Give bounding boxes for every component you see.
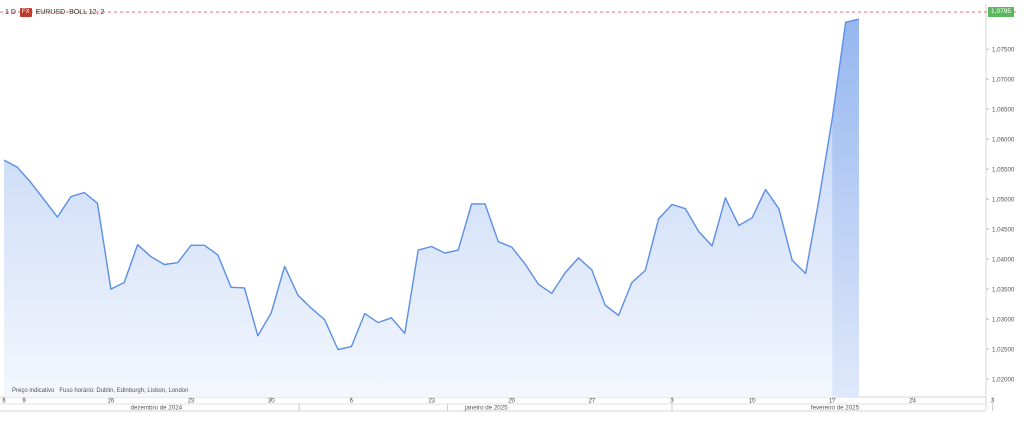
y-tick-label: 1,02500 (992, 346, 1015, 353)
x-tick-label: 6 (350, 398, 354, 405)
y-tick-label: 1,04000 (992, 256, 1015, 263)
y-tick-label: 1,03500 (992, 286, 1015, 293)
price-note: Preço indicativo (12, 388, 55, 394)
x-tick-label: 10 (749, 398, 756, 405)
x-tick-label: 30 (268, 398, 275, 405)
x-tick-label: 23 (188, 398, 195, 405)
x-tick-label: 16 (107, 398, 114, 405)
y-tick-label: 1,04500 (992, 226, 1015, 233)
chart-header: 1 D FX EURUSD BOLL 12, 2 (5, 8, 104, 17)
y-tick-label: 1,06000 (992, 136, 1015, 143)
area-fill-recent (832, 19, 860, 398)
last-price-badge: 1,0795 (988, 7, 1014, 17)
symbol-label[interactable]: EURUSD (36, 9, 66, 16)
y-tick-label: 1,06500 (992, 106, 1015, 113)
x-tick-label: 9 (22, 398, 26, 405)
interval-label[interactable]: 1 D (5, 9, 16, 16)
y-tick-label: 1,05500 (992, 166, 1015, 173)
y-tick-label: 1,07500 (992, 46, 1015, 53)
chart: 1,07500 1,07000 1,06500 1,06000 1,05500 1,050… (0, 0, 1024, 423)
x-tick-label: 17 (829, 398, 836, 405)
y-tick-label: 1,05000 (992, 196, 1015, 203)
chart-footnote: Preço indicativo Fuso horário: Dublin, E… (12, 388, 188, 394)
fx-badge: FX (19, 8, 32, 17)
y-tick-label: 1,03000 (992, 316, 1015, 323)
y-tick-label: 1,02000 (992, 376, 1015, 383)
indicator-label[interactable]: BOLL 12, 2 (69, 9, 104, 16)
month-label: dezembro de 2024 (130, 405, 182, 412)
x-tick-label: 6 (2, 398, 6, 405)
plot-area: 1,07500 1,07000 1,06500 1,06000 1,05500 1,050… (0, 4, 1016, 412)
y-tick-label: 1,07000 (992, 76, 1015, 83)
x-tick-label: 24 (909, 398, 916, 405)
x-tick-label: 3 (670, 398, 674, 405)
month-label: janeiro de 2025 (464, 405, 508, 412)
x-tick-label: 13 (428, 398, 435, 405)
x-tick-label: 27 (588, 398, 595, 405)
x-tick-label: 3 (991, 398, 995, 405)
month-label: fevereiro de 2025 (811, 405, 860, 412)
timezone-note: Fuso horário: Dublin, Edinburgh, Lisbon,… (59, 388, 189, 394)
x-tick-label: 20 (508, 398, 515, 405)
